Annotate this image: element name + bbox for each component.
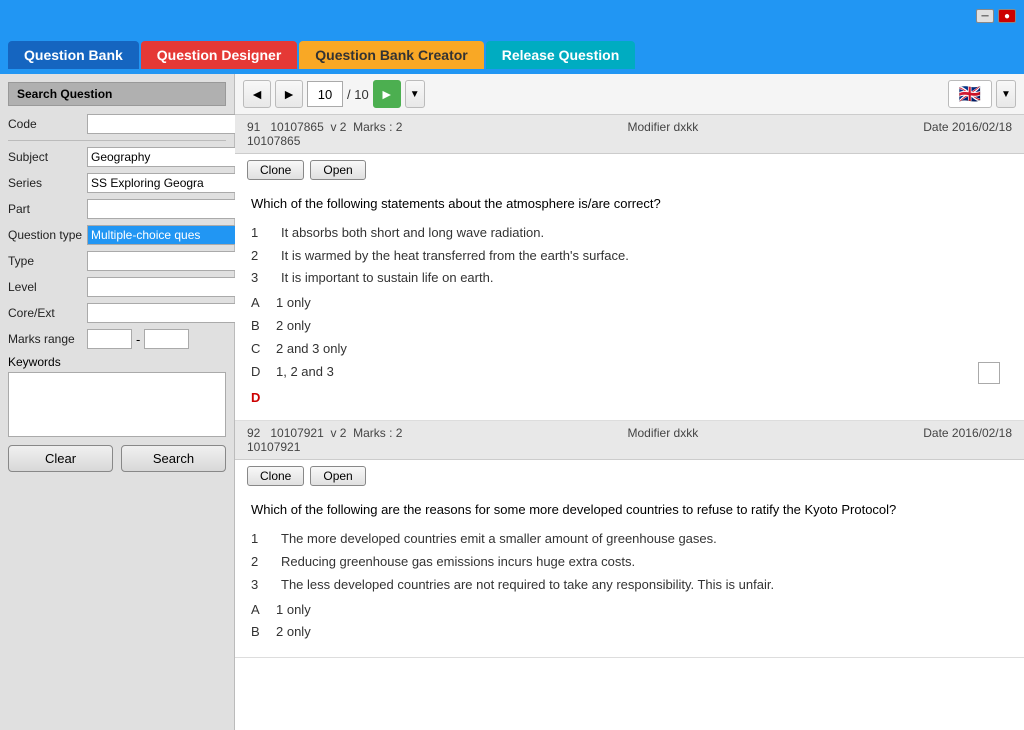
option-1-D: D 1, 2 and 3 bbox=[251, 362, 1008, 384]
tab-question-designer[interactable]: Question Designer bbox=[141, 41, 297, 69]
tab-question-bank[interactable]: Question Bank bbox=[8, 41, 139, 69]
series-label: Series bbox=[8, 176, 83, 190]
tab-question-bank-creator[interactable]: Question Bank Creator bbox=[299, 41, 483, 69]
item-2-3: 3 The less developed countries are not r… bbox=[251, 575, 1008, 596]
clone-button-2[interactable]: Clone bbox=[247, 466, 304, 486]
question-type-input[interactable] bbox=[87, 225, 250, 245]
question-code2-2: 10107921 bbox=[247, 440, 402, 454]
marks-separator: - bbox=[136, 332, 140, 347]
marks-range-inputs: - bbox=[87, 329, 226, 349]
level-label: Level bbox=[8, 280, 83, 294]
page-input[interactable] bbox=[307, 81, 343, 107]
tab-release-question[interactable]: Release Question bbox=[486, 41, 636, 69]
item-1-3: 3 It is important to sustain life on ear… bbox=[251, 268, 1008, 289]
level-row: Level bbox=[8, 277, 226, 297]
item-1-2: 2 It is warmed by the heat transferred f… bbox=[251, 246, 1008, 267]
q-actions-2: Clone Open bbox=[235, 460, 1024, 492]
question-meta-2: 92 10107921 v 2 Marks : 2 bbox=[247, 426, 402, 440]
option-1-B: B 2 only bbox=[251, 316, 1008, 337]
subject-label: Subject bbox=[8, 150, 83, 164]
keywords-textarea[interactable] bbox=[8, 372, 226, 437]
code-label: Code bbox=[8, 117, 83, 131]
next-button[interactable]: ► bbox=[275, 80, 303, 108]
dropdown-button[interactable]: ▼ bbox=[405, 80, 425, 108]
q-actions-1: Clone Open bbox=[235, 154, 1024, 186]
question-modifier-1: Modifier dxkk bbox=[628, 120, 699, 148]
question-modifier-2: Modifier dxkk bbox=[628, 426, 699, 454]
level-input[interactable] bbox=[87, 277, 250, 297]
question-block-1: 91 10107865 v 2 Marks : 2 10107865 Modif… bbox=[235, 115, 1024, 421]
question-text-2: Which of the following are the reasons f… bbox=[251, 500, 1008, 521]
code-row: Code bbox=[8, 114, 226, 134]
main-area: Search Question Code Subject Series Part… bbox=[0, 74, 1024, 730]
option-1-A: A 1 only bbox=[251, 293, 1008, 314]
series-row: Series bbox=[8, 173, 226, 193]
prev-button[interactable]: ◄ bbox=[243, 80, 271, 108]
option-1-C: C 2 and 3 only bbox=[251, 339, 1008, 360]
panel-title: Search Question bbox=[8, 82, 226, 106]
minimize-button[interactable]: ─ bbox=[976, 9, 994, 23]
play-button[interactable]: ► bbox=[373, 80, 401, 108]
question-code2-1: 10107865 bbox=[247, 134, 402, 148]
question-type-label: Question type bbox=[8, 228, 83, 242]
clear-button[interactable]: Clear bbox=[8, 445, 113, 472]
series-input[interactable] bbox=[87, 173, 250, 193]
question-block-2: 92 10107921 v 2 Marks : 2 10107921 Modif… bbox=[235, 421, 1024, 658]
item-2-1: 1 The more developed countries emit a sm… bbox=[251, 529, 1008, 550]
question-text-1: Which of the following statements about … bbox=[251, 194, 1008, 215]
question-type-row: Question type bbox=[8, 225, 226, 245]
part-row: Part bbox=[8, 199, 226, 219]
keywords-label: Keywords bbox=[8, 355, 226, 369]
type-row: Type bbox=[8, 251, 226, 271]
question-header-2: 92 10107921 v 2 Marks : 2 10107921 Modif… bbox=[235, 421, 1024, 460]
item-1-1: 1 It absorbs both short and long wave ra… bbox=[251, 223, 1008, 244]
option-2-B: B 2 only bbox=[251, 622, 1008, 643]
right-panel: ◄ ► / 10 ► ▼ 🇬🇧 ▼ 91 10107865 v 2 bbox=[235, 74, 1024, 730]
question-meta-1: 91 10107865 v 2 Marks : 2 bbox=[247, 120, 402, 134]
marks-min-input[interactable] bbox=[87, 329, 132, 349]
question-date-1: Date 2016/02/18 bbox=[923, 120, 1012, 148]
action-buttons: Clear Search bbox=[8, 445, 226, 472]
search-button[interactable]: Search bbox=[121, 445, 226, 472]
code-input[interactable] bbox=[87, 114, 250, 134]
close-button[interactable]: ● bbox=[998, 9, 1016, 23]
core-ext-label: Core/Ext bbox=[8, 306, 83, 320]
subject-input[interactable] bbox=[87, 147, 250, 167]
type-input[interactable] bbox=[87, 251, 250, 271]
correct-answer-1: D bbox=[251, 390, 260, 405]
question-header-left-2: 92 10107921 v 2 Marks : 2 10107921 bbox=[247, 426, 402, 454]
minimize-icon: ─ bbox=[981, 11, 988, 22]
toolbar: ◄ ► / 10 ► ▼ 🇬🇧 ▼ bbox=[235, 74, 1024, 115]
clone-button-1[interactable]: Clone bbox=[247, 160, 304, 180]
core-ext-row: Core/Ext bbox=[8, 303, 226, 323]
question-content-2: Which of the following are the reasons f… bbox=[235, 492, 1024, 657]
page-total: / 10 bbox=[347, 87, 369, 102]
part-input[interactable] bbox=[87, 199, 250, 219]
open-button-2[interactable]: Open bbox=[310, 466, 365, 486]
question-content-1: Which of the following statements about … bbox=[235, 186, 1024, 420]
type-label: Type bbox=[8, 254, 83, 268]
tab-bar: Question Bank Question Designer Question… bbox=[0, 32, 1024, 74]
language-flag-button[interactable]: 🇬🇧 bbox=[948, 80, 992, 108]
marks-range-label: Marks range bbox=[8, 332, 83, 346]
marks-max-input[interactable] bbox=[144, 329, 189, 349]
language-dropdown-button[interactable]: ▼ bbox=[996, 80, 1016, 108]
answer-checkbox-1[interactable] bbox=[978, 362, 1000, 384]
question-header-1: 91 10107865 v 2 Marks : 2 10107865 Modif… bbox=[235, 115, 1024, 154]
window-controls: ─ ● bbox=[976, 9, 1016, 23]
item-2-2: 2 Reducing greenhouse gas emissions incu… bbox=[251, 552, 1008, 573]
open-button-1[interactable]: Open bbox=[310, 160, 365, 180]
title-bar: ─ ● bbox=[0, 0, 1024, 32]
question-header-left-1: 91 10107865 v 2 Marks : 2 10107865 bbox=[247, 120, 402, 148]
part-label: Part bbox=[8, 202, 83, 216]
option-2-A: A 1 only bbox=[251, 600, 1008, 621]
marks-range-row: Marks range - bbox=[8, 329, 226, 349]
subject-row: Subject bbox=[8, 147, 226, 167]
close-icon: ● bbox=[1004, 11, 1010, 22]
content-area: 91 10107865 v 2 Marks : 2 10107865 Modif… bbox=[235, 115, 1024, 730]
core-ext-input[interactable] bbox=[87, 303, 250, 323]
question-date-2: Date 2016/02/18 bbox=[923, 426, 1012, 454]
left-panel: Search Question Code Subject Series Part… bbox=[0, 74, 235, 730]
